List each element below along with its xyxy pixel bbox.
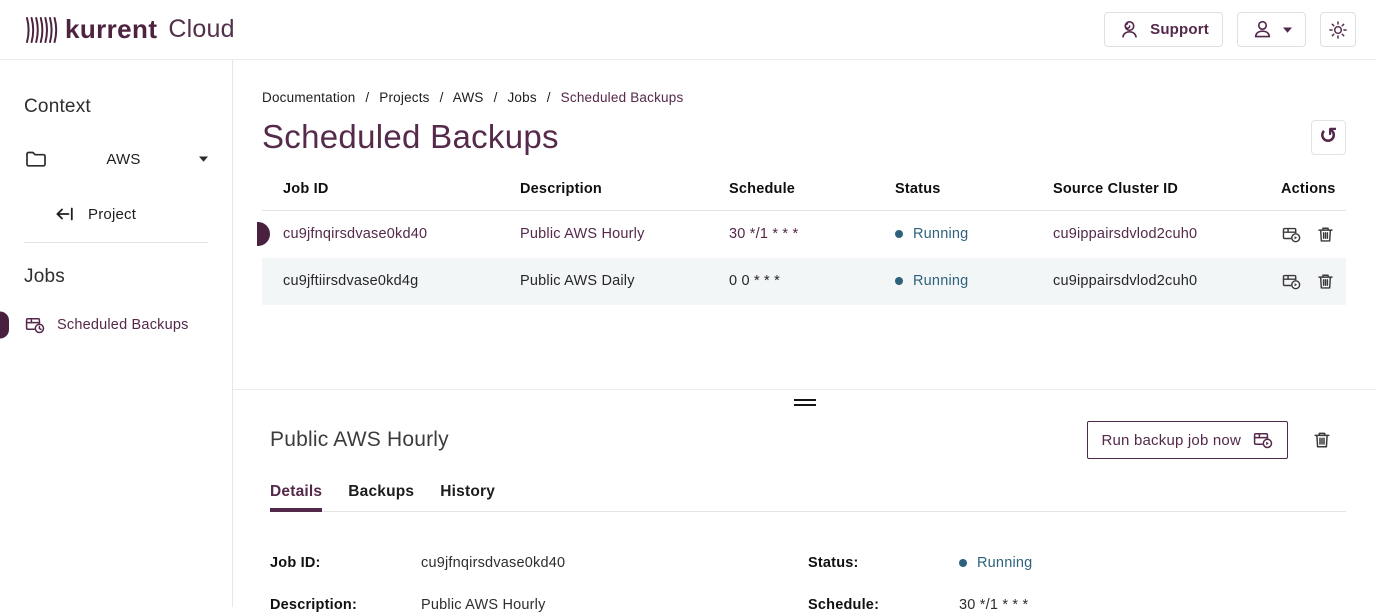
chevron-down-icon xyxy=(1283,27,1292,33)
description-cell: Public AWS Hourly xyxy=(520,211,729,258)
jobs-heading: Jobs xyxy=(24,266,208,288)
brand-logo[interactable]: kurrent Cloud xyxy=(24,14,235,45)
breadcrumb-separator: / xyxy=(494,90,498,105)
user-menu-button[interactable] xyxy=(1237,12,1306,47)
refresh-button[interactable]: ↺ xyxy=(1311,120,1346,155)
source-cluster-id-cell: cu9ippairsdvlod2cuh0 xyxy=(1053,211,1281,258)
source-cluster-id-cell: cu9ippairsdvlod2cuh0 xyxy=(1053,258,1281,305)
scheduled-backup-icon xyxy=(24,314,46,336)
table-header-row: Job ID Description Schedule Status Sourc… xyxy=(262,181,1346,211)
delete-job-button[interactable] xyxy=(1316,225,1335,244)
field-job-id: Job ID: cu9jfnqirsdvase0kd40 xyxy=(270,555,808,571)
theme-toggle-button[interactable] xyxy=(1320,12,1356,47)
table-row[interactable]: cu9jfnqirsdvase0kd40 Public AWS Hourly 3… xyxy=(262,211,1346,258)
jobs-table: Job ID Description Schedule Status Sourc… xyxy=(262,181,1346,305)
status-dot-icon xyxy=(895,277,903,285)
user-icon xyxy=(1251,18,1274,41)
breadcrumb-jobs[interactable]: Jobs xyxy=(507,90,536,105)
pane-resize-handle[interactable] xyxy=(233,389,1376,415)
column-status: Status xyxy=(895,181,1053,211)
run-backup-now-button[interactable]: Run backup job now xyxy=(1087,421,1288,459)
page-title: Scheduled Backups xyxy=(262,118,559,156)
app-header: kurrent Cloud Support xyxy=(0,0,1376,60)
tab-backups[interactable]: Backups xyxy=(348,483,414,511)
breadcrumb: Documentation / Projects / AWS / Jobs / … xyxy=(262,90,1346,105)
run-backup-action-button[interactable] xyxy=(1281,271,1302,292)
column-source-cluster-id: Source Cluster ID xyxy=(1053,181,1281,211)
sun-icon xyxy=(1327,19,1349,41)
back-label: Project xyxy=(88,206,136,223)
refresh-icon: ↺ xyxy=(1319,126,1338,148)
support-button[interactable]: Support xyxy=(1104,12,1223,47)
status-dot-icon xyxy=(895,230,903,238)
context-dropdown[interactable]: AWS xyxy=(24,148,208,170)
tab-history[interactable]: History xyxy=(440,483,495,511)
schedule-cell: 0 0 * * * xyxy=(729,258,895,305)
job-detail-pane: Public AWS Hourly Run backup job now xyxy=(233,415,1376,613)
description-cell: Public AWS Daily xyxy=(520,258,729,305)
sidebar: Context AWS Project Jobs xyxy=(0,60,233,607)
breadcrumb-projects[interactable]: Projects xyxy=(379,90,429,105)
sidebar-item-scheduled-backups[interactable]: Scheduled Backups xyxy=(24,314,208,336)
detail-title: Public AWS Hourly xyxy=(270,428,449,452)
status-badge: Running xyxy=(895,226,1053,242)
breadcrumb-separator: / xyxy=(365,90,369,105)
delete-job-button[interactable] xyxy=(1316,272,1335,291)
breadcrumb-current: Scheduled Backups xyxy=(561,90,684,105)
delete-job-button[interactable] xyxy=(1312,430,1332,450)
table-row[interactable]: cu9jftiirsdvase0kd4g Public AWS Daily 0 … xyxy=(262,258,1346,305)
chevron-down-icon xyxy=(199,156,208,162)
selected-row-marker xyxy=(257,222,270,246)
support-icon xyxy=(1118,18,1141,41)
job-id-cell: cu9jfnqirsdvase0kd40 xyxy=(283,226,427,242)
field-schedule: Schedule: 30 */1 * * * xyxy=(808,597,1346,613)
active-item-marker xyxy=(0,312,9,339)
jobs-list-pane: Documentation / Projects / AWS / Jobs / … xyxy=(233,60,1376,389)
brand-name: kurrent xyxy=(65,14,157,45)
status-dot-icon xyxy=(959,559,967,567)
back-arrow-icon xyxy=(54,204,76,224)
tab-details[interactable]: Details xyxy=(270,483,322,511)
field-description: Description: Public AWS Hourly xyxy=(270,597,808,613)
column-description: Description xyxy=(520,181,729,211)
breadcrumb-aws[interactable]: AWS xyxy=(453,90,484,105)
column-actions: Actions xyxy=(1281,181,1346,211)
back-to-project-link[interactable]: Project xyxy=(24,204,208,224)
context-heading: Context xyxy=(24,96,208,118)
drag-grip-icon xyxy=(794,399,816,406)
breadcrumb-separator: / xyxy=(440,90,444,105)
detail-fields: Job ID: cu9jfnqirsdvase0kd40 Status: Run… xyxy=(270,555,1346,613)
context-value: AWS xyxy=(106,151,140,168)
column-schedule: Schedule xyxy=(729,181,895,211)
kurrent-wave-icon xyxy=(24,15,58,45)
schedule-cell: 30 */1 * * * xyxy=(729,211,895,258)
folder-icon xyxy=(24,148,48,170)
run-backup-now-label: Run backup job now xyxy=(1101,432,1241,449)
main-content: Documentation / Projects / AWS / Jobs / … xyxy=(233,0,1376,613)
breadcrumb-separator: / xyxy=(547,90,551,105)
status-badge: Running xyxy=(895,273,1053,289)
brand-product: Cloud xyxy=(168,15,234,44)
field-status: Status: Running xyxy=(808,555,1346,571)
run-backup-action-button[interactable] xyxy=(1281,224,1302,245)
sidebar-item-label: Scheduled Backups xyxy=(57,317,189,333)
run-backup-icon xyxy=(1252,429,1274,451)
breadcrumb-documentation[interactable]: Documentation xyxy=(262,90,355,105)
column-job-id: Job ID xyxy=(262,181,520,211)
support-label: Support xyxy=(1150,21,1209,38)
detail-tabs: Details Backups History xyxy=(270,483,1346,512)
status-badge: Running xyxy=(959,555,1032,571)
job-id-cell: cu9jftiirsdvase0kd4g xyxy=(283,273,418,289)
sidebar-divider xyxy=(24,242,208,243)
header-actions: Support xyxy=(1104,12,1356,47)
